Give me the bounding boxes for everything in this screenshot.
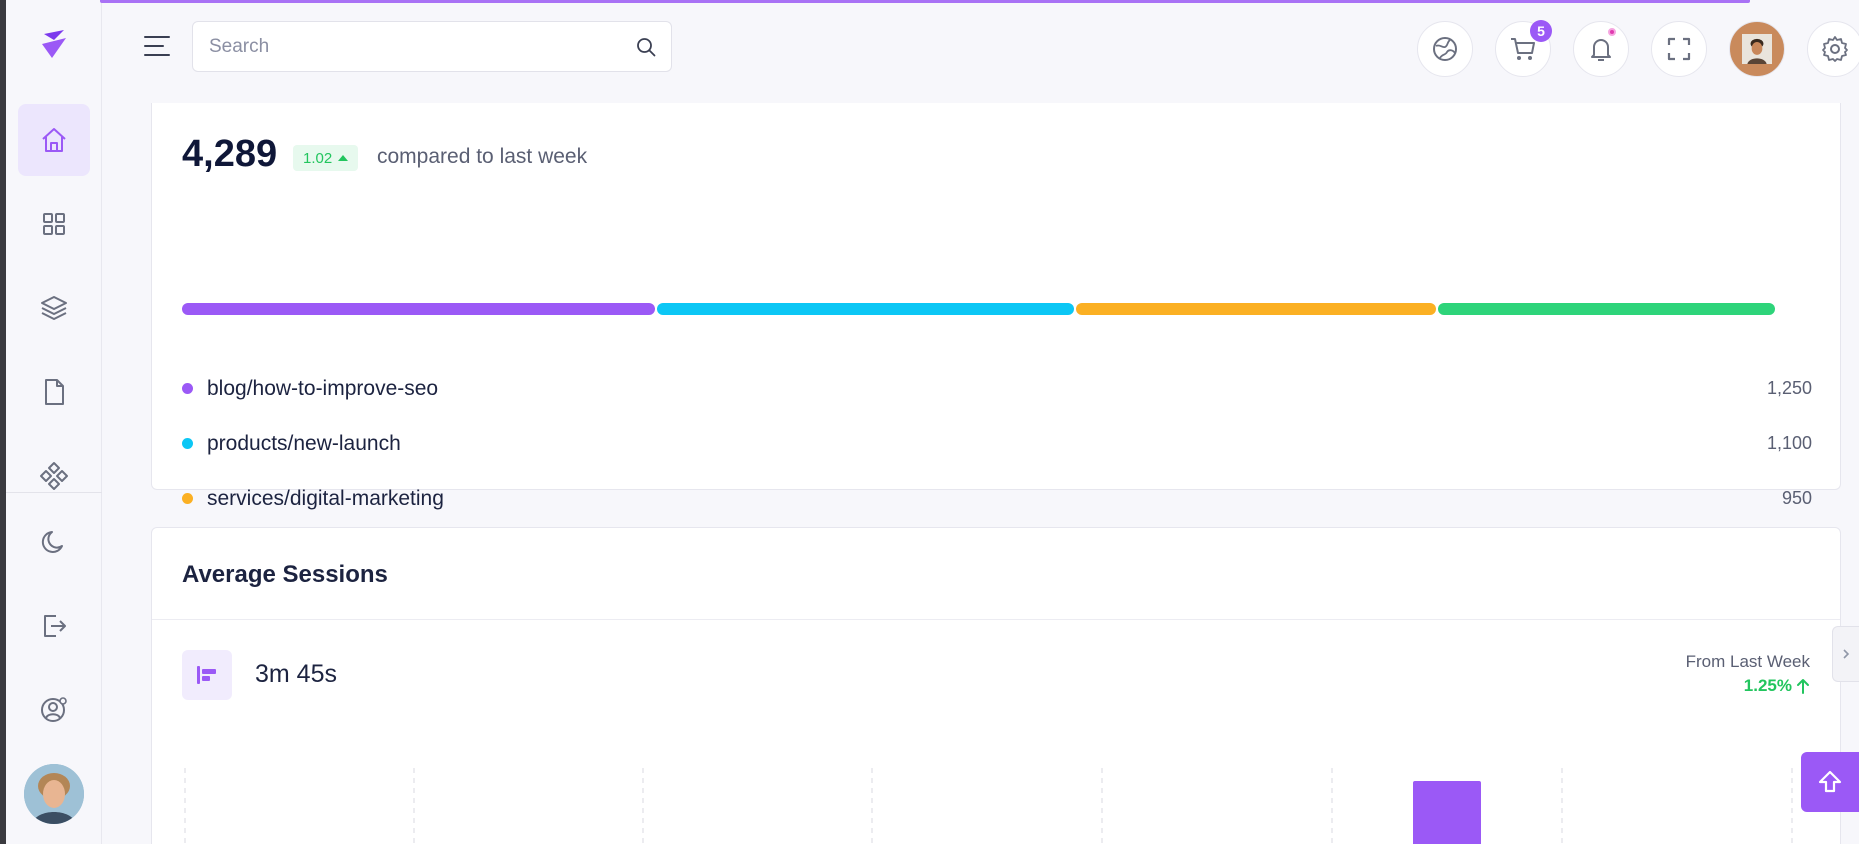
sidebar-item-dashboard[interactable]: [18, 188, 90, 260]
change-badge: 1.02: [293, 145, 359, 171]
page-path-label: products/new-launch: [207, 431, 401, 455]
from-last-week-label: From Last Week: [1685, 652, 1810, 671]
sidebar-item-home[interactable]: [18, 104, 90, 176]
top-accent-bar: [100, 0, 1750, 3]
page-path-label: services/digital-marketing: [207, 486, 444, 510]
chevron-right-icon: [1843, 649, 1850, 659]
sidebar-item-dark-mode[interactable]: [18, 506, 90, 578]
sidebar-item-components[interactable]: [18, 440, 90, 512]
top-pages-card: 4,289 1.02 compared to last week blog/ho…: [151, 103, 1841, 565]
settings-button[interactable]: [1807, 21, 1859, 77]
sidebar-item-profile-settings[interactable]: [18, 674, 90, 746]
logout-icon: [44, 615, 66, 637]
file-icon: [45, 379, 64, 405]
sidebar-item-pages[interactable]: [18, 356, 90, 428]
cart-button[interactable]: 5: [1495, 20, 1552, 77]
language-icon: [1433, 37, 1457, 61]
share-segment-1: [182, 303, 655, 315]
list-item: blog/how-to-improve-seo 1,250: [182, 361, 1812, 416]
page-visits-value: 1,100: [1766, 433, 1812, 453]
legend-dot: [182, 383, 193, 394]
app-logo-icon[interactable]: [40, 28, 70, 60]
arrow-up-icon: [1797, 679, 1809, 694]
sidebar: [6, 0, 102, 844]
cart-count-badge: 5: [1530, 20, 1552, 42]
sidebar-divider: [6, 492, 102, 493]
caret-up-icon: [338, 155, 349, 161]
page-path-label: blog/how-to-improve-seo: [207, 376, 439, 400]
search-icon[interactable]: [635, 36, 657, 58]
notification-dot: [1606, 26, 1618, 38]
header-avatar[interactable]: [1729, 21, 1785, 77]
average-sessions-card: Average Sessions 3m 45s From Last Week 1…: [151, 527, 1841, 844]
change-value: 1.02: [303, 149, 333, 167]
share-segment-4: [1438, 303, 1775, 315]
page-visits-value: 950: [1781, 488, 1812, 508]
arrow-up-icon: [1818, 770, 1842, 793]
card-title: Average Sessions: [182, 561, 388, 588]
legend-dot: [182, 493, 193, 504]
card-divider: [152, 619, 1840, 620]
fullscreen-icon: [1667, 37, 1691, 61]
sessions-chart: [184, 768, 1793, 844]
language-button[interactable]: [1417, 21, 1473, 77]
traffic-share-bar: [182, 303, 1812, 315]
total-visits-value: 4,289: [182, 133, 278, 175]
list-item: products/new-launch 1,100: [182, 416, 1812, 471]
gear-icon: [1822, 36, 1848, 62]
search-box: [192, 21, 672, 72]
share-segment-3: [1076, 303, 1436, 315]
user-settings-icon: [41, 697, 67, 722]
moon-icon: [41, 531, 63, 553]
comparison-text: compared to last week: [377, 145, 588, 168]
layers-icon: [41, 296, 67, 320]
fullscreen-button[interactable]: [1651, 21, 1707, 77]
avatar[interactable]: [24, 764, 84, 824]
average-session-value: 3m 45s: [255, 660, 337, 688]
sidebar-item-logout[interactable]: [18, 590, 90, 662]
top-header: 5: [102, 0, 1859, 96]
grid-icon: [43, 213, 65, 235]
window-edge: [0, 0, 6, 844]
legend-dot: [182, 438, 193, 449]
menu-toggle-icon[interactable]: [142, 32, 172, 60]
scroll-to-top-button[interactable]: [1801, 752, 1859, 812]
page-visits-value: 1,250: [1766, 378, 1812, 398]
search-input[interactable]: [209, 34, 609, 60]
sessions-change-value: 1.25%: [1743, 676, 1792, 695]
sessions-bar: [1413, 781, 1481, 844]
bar-align-icon: [197, 666, 216, 684]
customizer-toggle[interactable]: [1832, 626, 1859, 682]
sidebar-item-layers[interactable]: [18, 272, 90, 344]
list-item: services/digital-marketing 950: [182, 471, 1812, 526]
bell-icon: [1591, 39, 1611, 61]
sessions-stat-icon: [182, 650, 232, 700]
home-icon: [42, 128, 66, 152]
share-segment-2: [657, 303, 1074, 315]
components-icon: [40, 462, 68, 490]
sessions-change: 1.25%: [1744, 676, 1810, 696]
notifications-button[interactable]: [1573, 21, 1629, 77]
